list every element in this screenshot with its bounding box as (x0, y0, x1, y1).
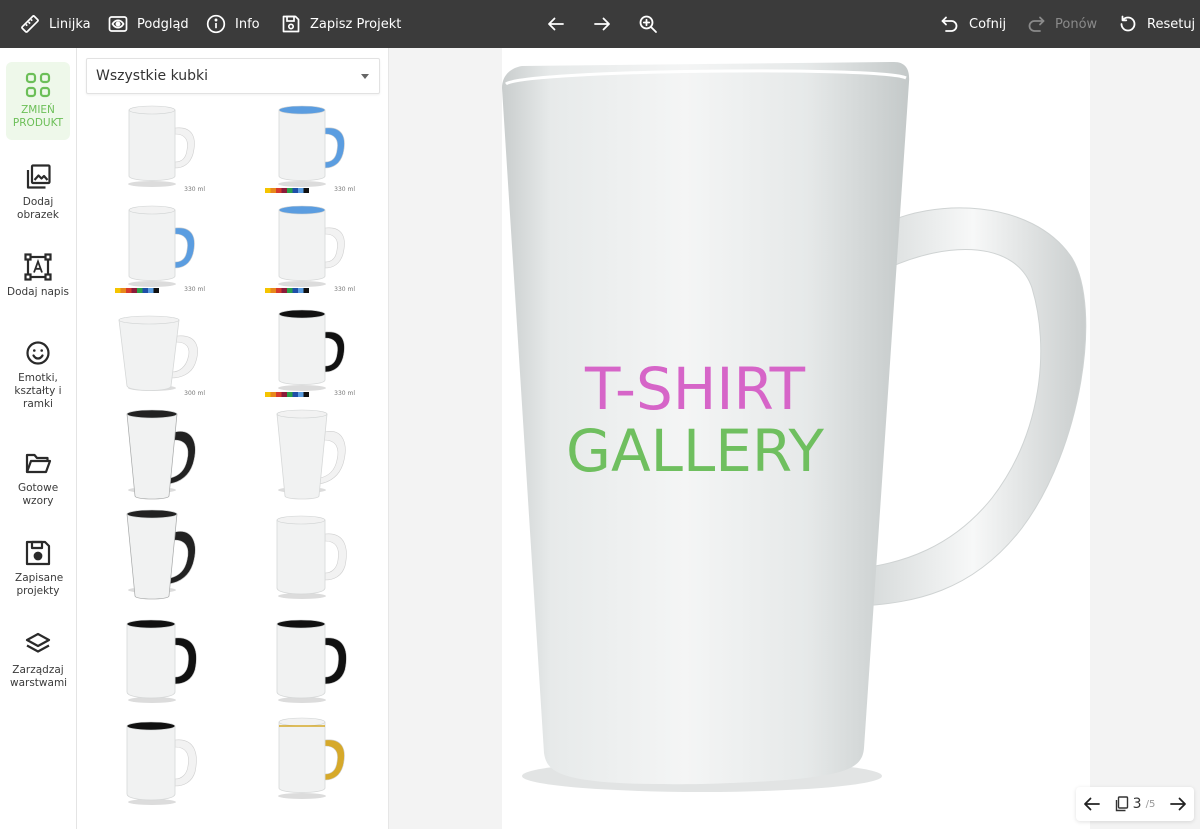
info-button[interactable]: Info (206, 0, 260, 48)
next-page-icon[interactable] (1168, 794, 1188, 814)
design-text-line1[interactable]: T-SHIRT (560, 358, 830, 420)
save-project-label: Zapisz Projekt (310, 16, 402, 32)
pages-icon (1115, 796, 1129, 812)
product-thumbnail[interactable]: 330 ml (257, 102, 357, 198)
reset-button[interactable]: Resetuj (1118, 0, 1195, 48)
smiley-icon (23, 338, 53, 372)
product-thumbnail[interactable]: 330 ml (257, 306, 357, 402)
product-thumbnail[interactable]: 300 ml (107, 306, 207, 402)
chevron-down-icon (361, 74, 369, 79)
page-indicator: 3 /5 (1115, 796, 1156, 812)
sidebar-item-label: Zarządzaj warstwami (10, 664, 68, 689)
arrow-right-icon[interactable] (592, 14, 612, 34)
capacity-label: 330 ml (334, 186, 355, 193)
ruler-label: Linijka (49, 16, 91, 32)
save-project-button[interactable]: Zapisz Projekt (281, 0, 401, 48)
preview-label: Podgląd (137, 16, 189, 32)
ruler-icon (20, 14, 40, 34)
top-toolbar: Linijka Podgląd Info Zapisz Projekt Cofn… (0, 0, 1200, 48)
page-total: /5 (1145, 798, 1156, 810)
redo-icon (1026, 14, 1046, 34)
page-current: 3 (1132, 796, 1142, 812)
product-thumbnail[interactable]: 330 ml (107, 202, 207, 298)
sidebar-item-label: Emotki, kształty i ramki (14, 372, 62, 410)
sidebar-item-ready-designs[interactable]: Gotowe wzory (6, 440, 70, 508)
reset-label: Resetuj (1147, 16, 1196, 32)
page-navigator: 3 /5 (1076, 787, 1194, 821)
undo-icon (940, 14, 960, 34)
floppy-icon (23, 538, 53, 572)
capacity-label: 330 ml (184, 186, 205, 193)
product-thumbnail[interactable] (257, 408, 357, 504)
product-thumbnail[interactable]: 330 ml (107, 102, 207, 198)
product-thumbnail[interactable] (107, 408, 207, 504)
capacity-label: 300 ml (184, 390, 205, 397)
product-thumbnail[interactable] (107, 612, 207, 708)
floppy-icon (281, 14, 301, 34)
text-icon (23, 252, 53, 286)
undo-label: Cofnij (969, 16, 1007, 32)
grid-icon (23, 70, 53, 104)
product-thumbnail[interactable] (107, 714, 207, 810)
design-text-line2[interactable]: GALLERY (560, 420, 830, 482)
sidebar-item-label: Dodaj napis (6, 286, 69, 298)
sidebar-item-emoji-shapes[interactable]: Emotki, kształty i ramki (6, 330, 70, 411)
sidebar-item-change-product[interactable]: ZMIEŃ PRODUKT (6, 62, 70, 140)
previous-page-icon[interactable] (1082, 794, 1102, 814)
sidebar-item-label: ZMIEŃ PRODUKT (12, 104, 64, 129)
text-design[interactable]: T-SHIRT GALLERY (560, 358, 830, 482)
undo-button[interactable]: Cofnij (940, 0, 1006, 48)
folder-icon (23, 448, 53, 482)
eye-icon (108, 14, 128, 34)
capacity-label: 330 ml (334, 390, 355, 397)
tools-sidebar: ZMIEŃ PRODUKT Dodaj obrazek Dodaj napis … (0, 48, 77, 829)
product-thumbnail[interactable] (257, 714, 357, 810)
preview-button[interactable]: Podgląd (108, 0, 189, 48)
reset-icon (1118, 14, 1138, 34)
ruler-button[interactable]: Linijka (20, 0, 91, 48)
sidebar-item-saved-projects[interactable]: Zapisane projekty (6, 530, 70, 598)
product-thumbnail[interactable]: 330 ml (257, 202, 357, 298)
sidebar-item-label: Gotowe wzory (18, 482, 59, 507)
sidebar-item-manage-layers[interactable]: Zarządzaj warstwami (6, 622, 70, 690)
info-icon (206, 14, 226, 34)
sidebar-item-add-text[interactable]: Dodaj napis (6, 244, 70, 299)
redo-label: Ponów (1055, 16, 1098, 32)
info-label: Info (235, 16, 260, 32)
product-thumbnail[interactable] (257, 508, 357, 604)
product-thumbnail[interactable] (107, 508, 207, 604)
capacity-label: 330 ml (184, 286, 205, 293)
zoom-in-icon[interactable] (638, 14, 658, 34)
sidebar-item-label: Zapisane projekty (15, 572, 64, 597)
sidebar-item-add-image[interactable]: Dodaj obrazek (6, 154, 70, 222)
category-select-value: Wszystkie kubki (96, 68, 209, 84)
sidebar-item-label: Dodaj obrazek (17, 196, 59, 221)
redo-button[interactable]: Ponów (1026, 0, 1097, 48)
product-thumbnail[interactable] (257, 612, 357, 708)
layers-icon (23, 630, 53, 664)
category-select[interactable]: Wszystkie kubki (86, 58, 380, 94)
arrow-left-icon[interactable] (546, 14, 566, 34)
image-icon (23, 162, 53, 196)
product-panel: Wszystkie kubki 330 ml 330 ml 330 ml 330 ml… (77, 48, 389, 829)
capacity-label: 330 ml (334, 286, 355, 293)
